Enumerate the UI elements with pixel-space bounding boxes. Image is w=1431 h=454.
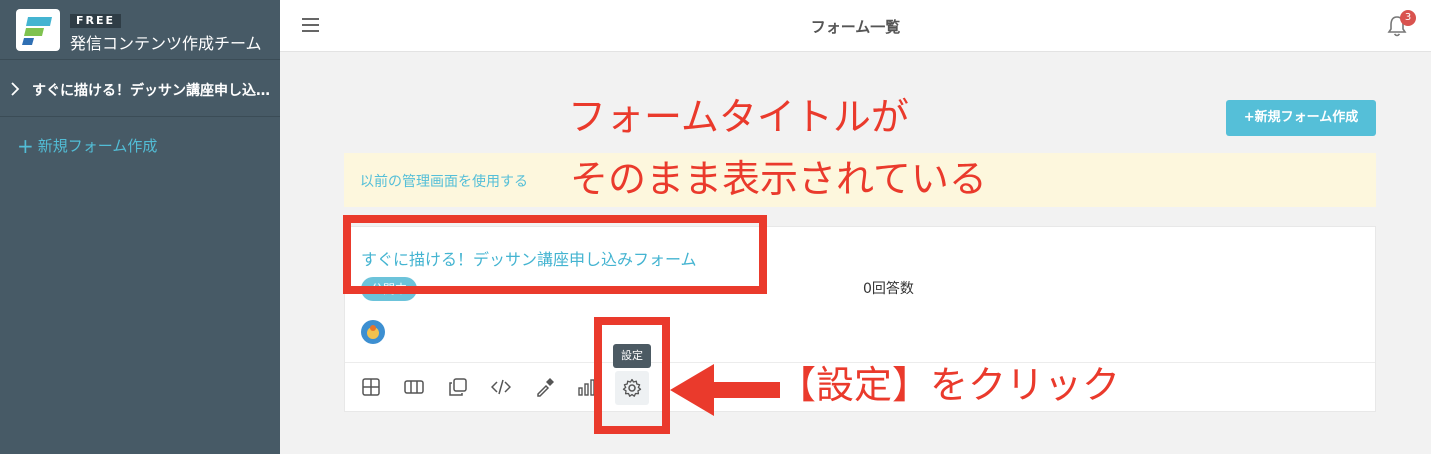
sidebar-item-form[interactable]: すぐに描ける！デッサン講座申し込みフォーム (0, 61, 280, 117)
annotation-arrow-icon (670, 364, 780, 416)
app-logo[interactable] (16, 9, 60, 51)
plus-icon: + (17, 134, 34, 158)
columns-icon[interactable] (404, 377, 424, 397)
annotation-click-hint: 【設定】をクリック (778, 363, 1121, 407)
top-header: フォーム一覧 3 (280, 0, 1431, 52)
avatar (361, 320, 385, 344)
annotation-title-highlight (343, 215, 767, 294)
sidebar-new-form-label: 新規フォーム作成 (37, 137, 158, 155)
eyedropper-icon[interactable] (535, 377, 555, 397)
notification-badge: 3 (1400, 10, 1416, 26)
sidebar: FREE 発信コンテンツ作成チーム すぐに描ける！デッサン講座申し込みフォーム … (0, 0, 280, 454)
response-count: 0回答数 (863, 281, 914, 297)
code-icon[interactable] (491, 377, 511, 397)
sidebar-new-form-link[interactable]: + 新規フォーム作成 (17, 134, 157, 158)
legacy-ui-link[interactable]: 以前の管理画面を使用する (360, 171, 528, 191)
brand-area: FREE 発信コンテンツ作成チーム (0, 0, 280, 60)
annotation-line1: フォームタイトルが (568, 95, 909, 139)
sidebar-item-label: すぐに描ける！デッサン講座申し込みフォーム (32, 83, 272, 99)
copy-icon[interactable] (448, 377, 468, 397)
team-name[interactable]: 発信コンテンツ作成チーム (70, 30, 262, 54)
annotation-settings-highlight (594, 317, 670, 434)
plan-badge: FREE (70, 14, 122, 28)
chevron-right-icon[interactable] (10, 82, 20, 100)
grid-icon[interactable] (361, 377, 381, 397)
annotation-line2: そのまま表示されている (570, 157, 987, 201)
new-form-button[interactable]: +新規フォーム作成 (1226, 100, 1376, 136)
page-title: フォーム一覧 (810, 18, 901, 36)
